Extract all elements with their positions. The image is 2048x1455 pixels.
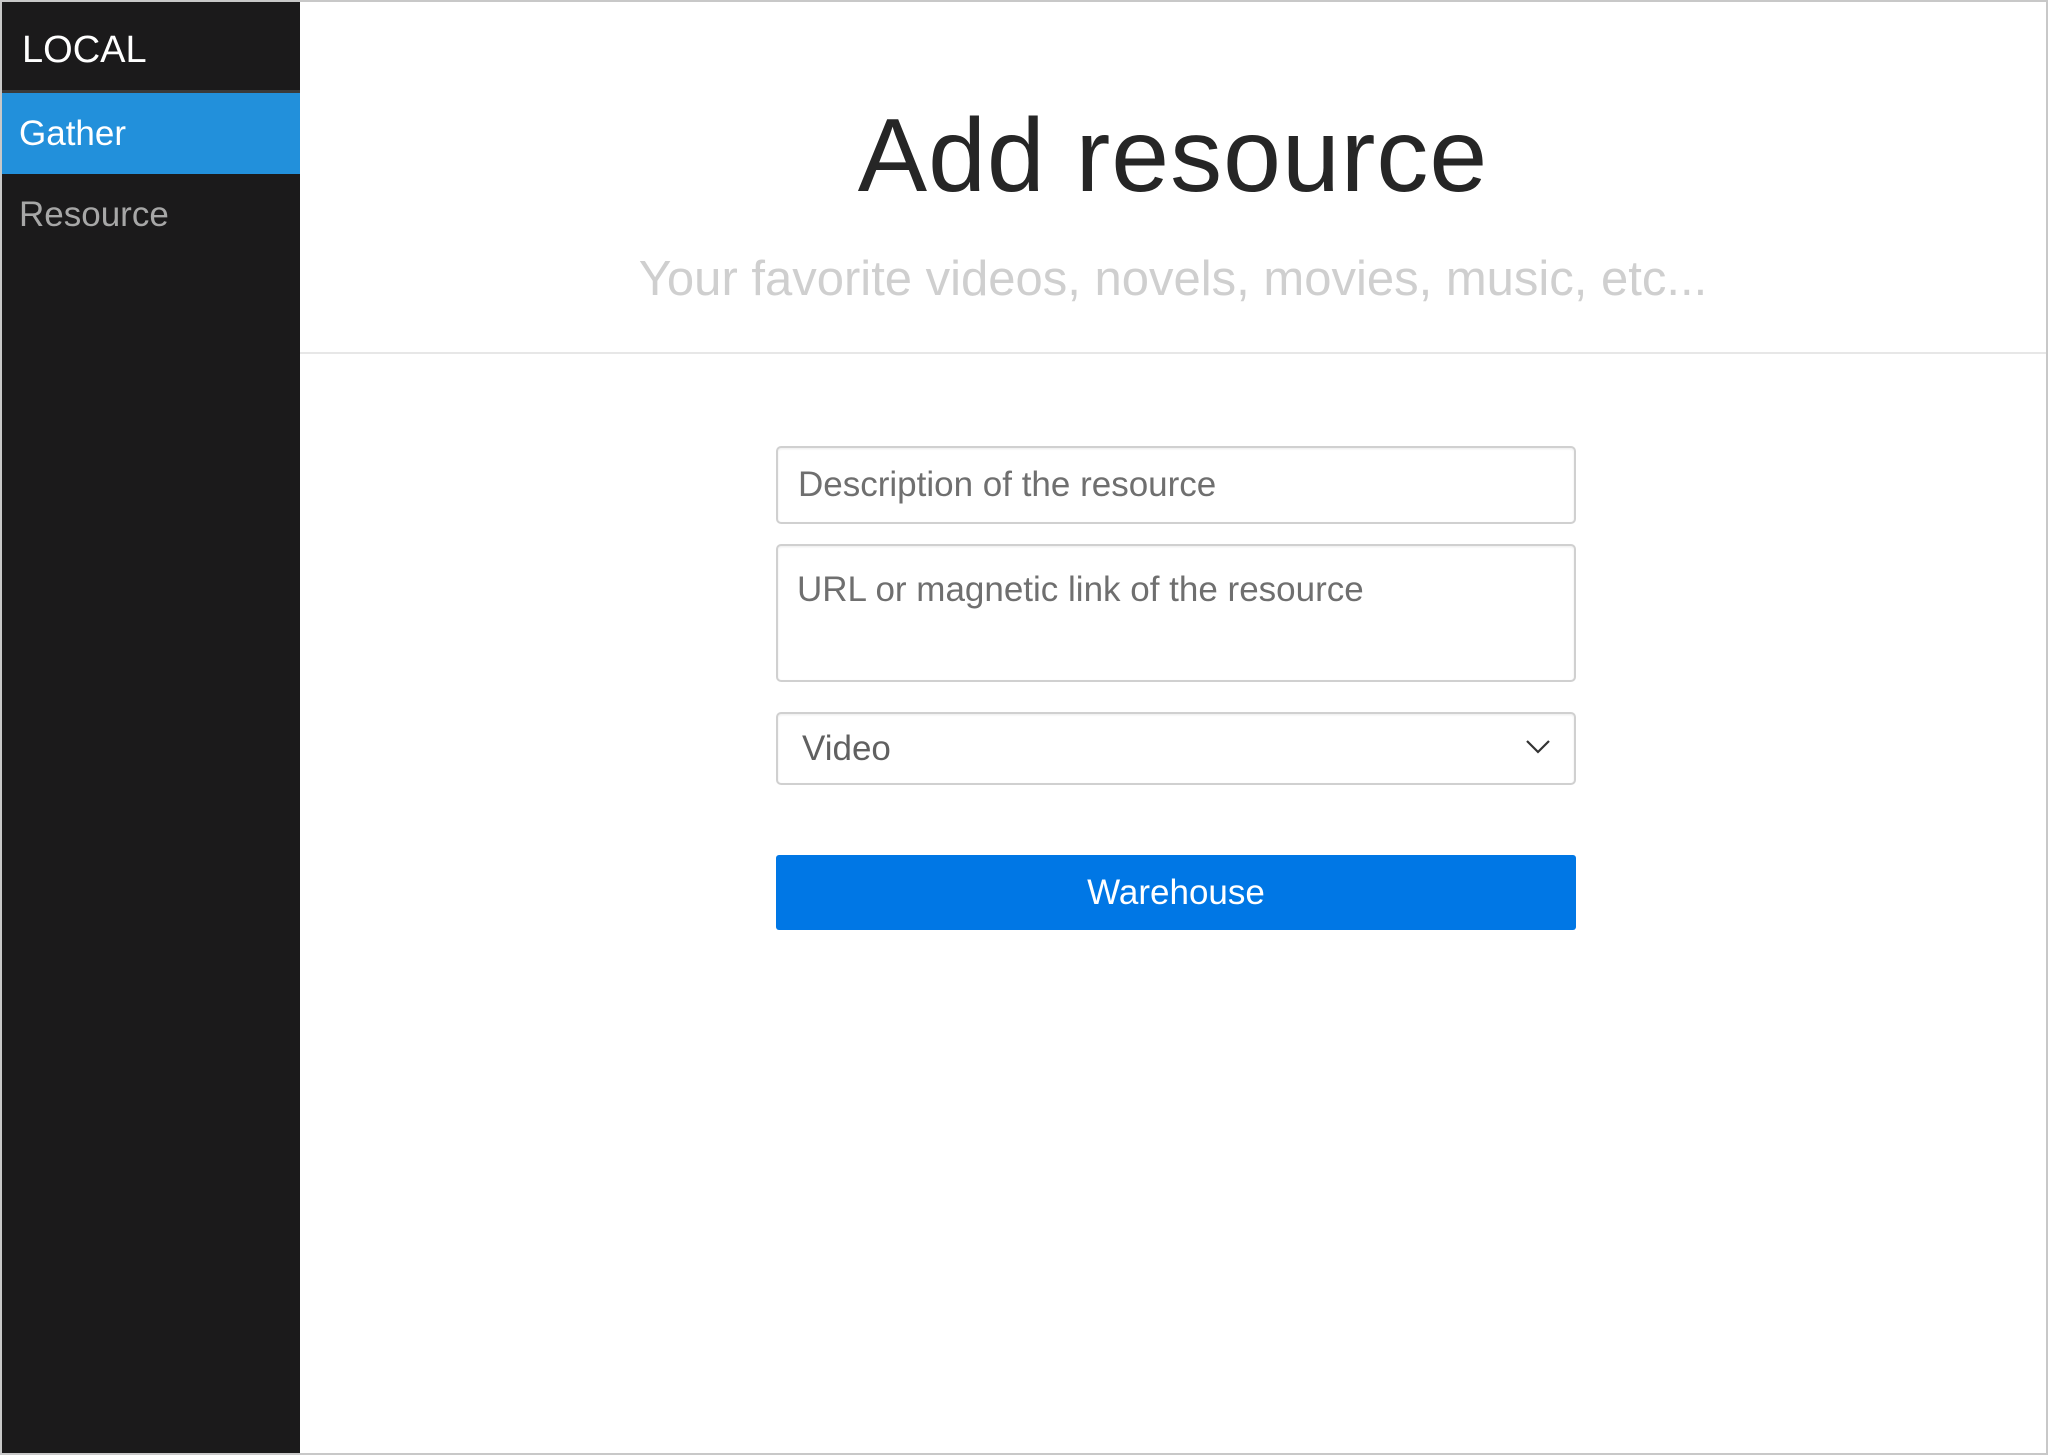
type-select[interactable]: Video — [776, 712, 1576, 785]
app-brand: LOCAL — [2, 2, 300, 93]
page-header: Add resource Your favorite videos, novel… — [300, 2, 2046, 354]
page-title: Add resource — [857, 98, 1489, 214]
url-input[interactable] — [776, 544, 1576, 682]
sidebar-item-gather[interactable]: Gather — [2, 93, 300, 174]
warehouse-button[interactable]: Warehouse — [776, 855, 1576, 930]
chevron-down-icon — [1526, 740, 1550, 754]
app-window: LOCAL Gather Resource Add resource Your … — [0, 0, 2048, 1455]
add-resource-form: Video Warehouse — [776, 446, 1576, 930]
page-subtitle: Your favorite videos, novels, movies, mu… — [638, 252, 1708, 306]
sidebar: LOCAL Gather Resource — [2, 2, 300, 1453]
type-select-value[interactable]: Video — [776, 712, 1576, 785]
main-content: Add resource Your favorite videos, novel… — [300, 2, 2046, 1453]
description-input[interactable] — [776, 446, 1576, 524]
sidebar-item-resource[interactable]: Resource — [2, 174, 300, 255]
